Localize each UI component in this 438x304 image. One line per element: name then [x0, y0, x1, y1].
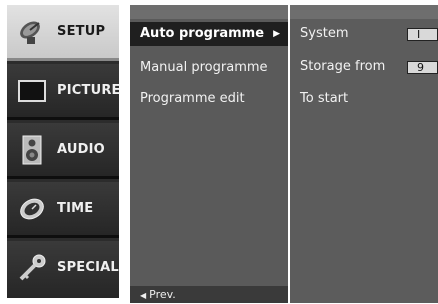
satellite-dish-icon: [17, 17, 47, 47]
system-label: System: [300, 26, 349, 41]
menu-item-auto-programme[interactable]: Auto programme ▶: [130, 22, 288, 46]
tab-audio[interactable]: AUDIO: [7, 123, 119, 179]
screen-icon: [17, 76, 47, 106]
storage-from-value: 9: [417, 61, 424, 74]
osd-menu: SETUP PICTURE AUDIO TIME SPECIAL Auto pr…: [0, 0, 438, 303]
panel-header-bar: [290, 5, 438, 19]
prev-label: Prev.: [149, 288, 176, 301]
speaker-icon: [17, 135, 47, 165]
storage-from-label: Storage from: [300, 59, 386, 74]
menu-header-bar: [130, 5, 288, 19]
key-icon: [17, 253, 47, 283]
tab-label: SPECIAL: [57, 260, 119, 275]
menu-item-programme-edit[interactable]: Programme edit: [130, 87, 288, 111]
tab-time[interactable]: TIME: [7, 182, 119, 238]
submenu-arrow-icon: ▶: [273, 29, 280, 39]
menu-item-label: Programme edit: [140, 91, 245, 106]
category-tabs: SETUP PICTURE AUDIO TIME SPECIAL: [7, 5, 121, 298]
setup-menu: Auto programme ▶ Manual programme Progra…: [130, 5, 288, 303]
menu-item-manual-programme[interactable]: Manual programme: [130, 56, 288, 80]
menu-item-label: Auto programme: [140, 26, 265, 41]
clock-icon: [17, 194, 47, 224]
tab-setup[interactable]: SETUP: [7, 5, 119, 61]
tab-special[interactable]: SPECIAL: [7, 241, 119, 298]
tab-label: TIME: [57, 201, 94, 216]
tab-label: PICTURE: [57, 83, 121, 98]
tab-picture[interactable]: PICTURE: [7, 64, 121, 120]
auto-programme-panel: System I Storage from 9 To start: [290, 5, 438, 303]
system-value-field[interactable]: I: [407, 28, 438, 41]
tab-label: AUDIO: [57, 142, 105, 157]
menu-item-label: Manual programme: [140, 60, 268, 75]
prev-button[interactable]: ◀ Prev.: [130, 286, 288, 303]
left-arrow-icon: ◀: [140, 291, 147, 300]
to-start-button[interactable]: To start: [300, 87, 348, 111]
tab-label: SETUP: [57, 24, 106, 39]
storage-from-value-field[interactable]: 9: [407, 61, 438, 74]
system-value: I: [417, 28, 421, 41]
